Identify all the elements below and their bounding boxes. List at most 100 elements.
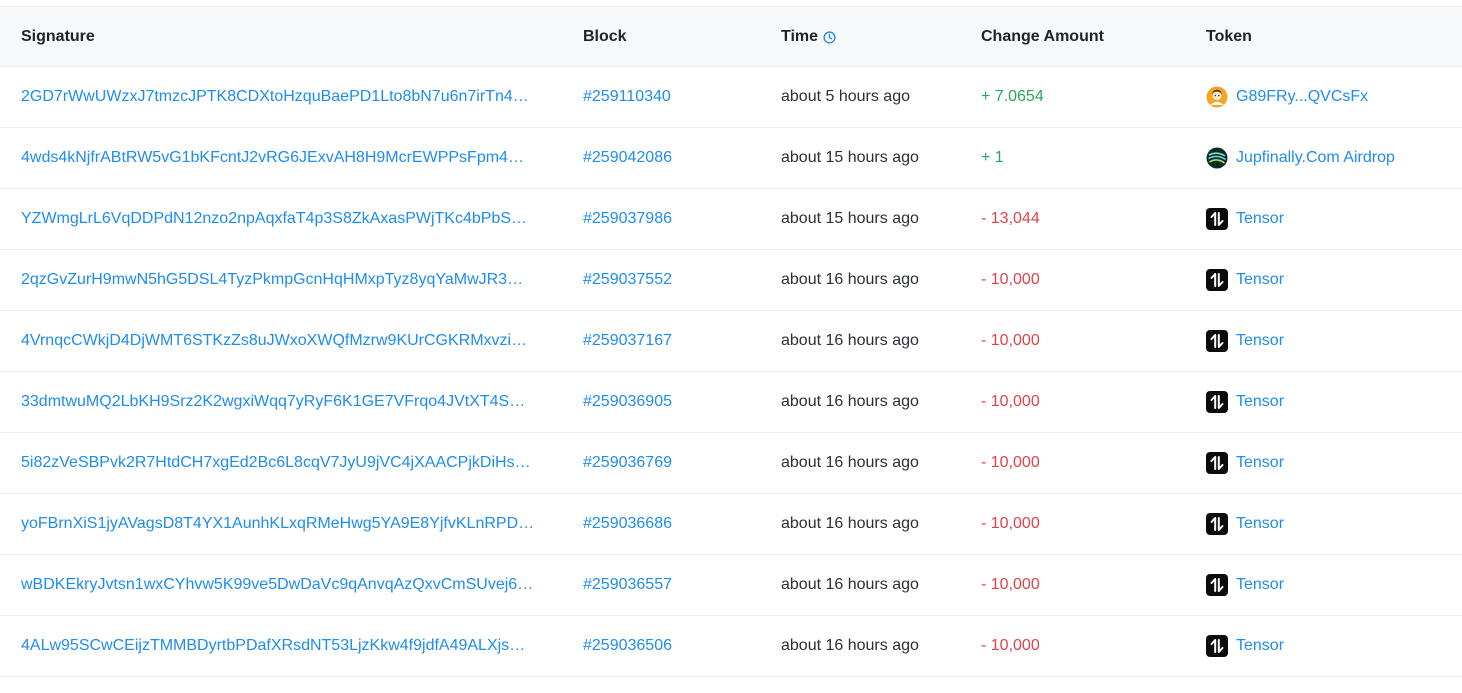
tensor-icon: [1206, 635, 1228, 657]
signature-link[interactable]: YZWmgLrL6VqDDPdN12nzo2npAqxfaT4p3S8ZkAxa…: [21, 210, 562, 228]
block-cell: #259036686: [562, 515, 781, 533]
block-cell: #259036905: [562, 393, 781, 411]
signature-link[interactable]: 4wds4kNjfrABtRW5vG1bKFcntJ2vRG6JExvAH8H9…: [21, 149, 562, 167]
table-row: 2GD7rWwUWzxJ7tmzcJPTK8CDXtoHzquBaePD1Lto…: [0, 67, 1462, 128]
jupiter-icon: [1206, 147, 1228, 169]
time-text: about 16 hours ago: [781, 271, 919, 288]
signature-cell: 4wds4kNjfrABtRW5vG1bKFcntJ2vRG6JExvAH8H9…: [0, 149, 562, 167]
token-link[interactable]: Tensor: [1236, 271, 1284, 289]
tensor-icon: [1206, 574, 1228, 596]
clock-icon[interactable]: [823, 30, 836, 44]
block-link[interactable]: #259036769: [583, 454, 781, 472]
table-row: 4VrnqcCWkjD4DjWMT6STKzZs8uJWxoXWQfMzrw9K…: [0, 311, 1462, 372]
change-amount-cell: - 10,000: [981, 515, 1206, 533]
signature-cell: wBDKEkryJvtsn1wxCYhvw5K99ve5DwDaVc9qAnvq…: [0, 576, 562, 594]
time-text: about 5 hours ago: [781, 88, 910, 105]
table-row: 4ALw95SCwCEijzTMMBDyrtbPDafXRsdNT53LjzKk…: [0, 616, 1462, 677]
block-link[interactable]: #259036506: [583, 637, 781, 655]
token-cell[interactable]: Jupfinally.Com Airdrop: [1206, 147, 1462, 169]
change-amount-cell: - 10,000: [981, 393, 1206, 411]
token-link[interactable]: Jupfinally.Com Airdrop: [1236, 149, 1395, 167]
change-amount-value: - 10,000: [981, 393, 1040, 410]
time-cell: about 16 hours ago: [781, 271, 981, 289]
signature-link[interactable]: 2GD7rWwUWzxJ7tmzcJPTK8CDXtoHzquBaePD1Lto…: [21, 88, 562, 106]
time-text: about 16 hours ago: [781, 393, 919, 410]
table-row: wBDKEkryJvtsn1wxCYhvw5K99ve5DwDaVc9qAnvq…: [0, 555, 1462, 616]
block-link[interactable]: #259037986: [583, 210, 781, 228]
tensor-icon: [1206, 452, 1228, 474]
signature-cell: yoFBrnXiS1jyAVagsD8T4YX1AunhKLxqRMeHwg5Y…: [0, 515, 562, 533]
token-link[interactable]: Tensor: [1236, 210, 1284, 228]
block-link[interactable]: #259042086: [583, 149, 781, 167]
signature-link[interactable]: yoFBrnXiS1jyAVagsD8T4YX1AunhKLxqRMeHwg5Y…: [21, 515, 562, 533]
block-link[interactable]: #259036686: [583, 515, 781, 533]
signature-link[interactable]: 33dmtwuMQ2LbKH9Srz2K2wgxiWqq7yRyF6K1GE7V…: [21, 393, 562, 411]
table-row: 2qzGvZurH9mwN5hG5DSL4TyzPkmpGcnHqHMxpTyz…: [0, 250, 1462, 311]
header-token: Token: [1206, 27, 1252, 45]
block-cell: #259036506: [562, 637, 781, 655]
token-link[interactable]: Tensor: [1236, 332, 1284, 350]
tensor-icon: [1206, 208, 1228, 230]
token-cell[interactable]: Tensor: [1206, 635, 1462, 657]
token-link[interactable]: Tensor: [1236, 637, 1284, 655]
block-link[interactable]: #259110340: [583, 88, 781, 106]
block-cell: #259037167: [562, 332, 781, 350]
block-link[interactable]: #259037167: [583, 332, 781, 350]
change-amount-value: - 10,000: [981, 637, 1040, 654]
header-change-amount: Change Amount: [981, 27, 1104, 45]
token-cell[interactable]: Tensor: [1206, 330, 1462, 352]
block-cell: #259037552: [562, 271, 781, 289]
signature-link[interactable]: 2qzGvZurH9mwN5hG5DSL4TyzPkmpGcnHqHMxpTyz…: [21, 271, 562, 289]
token-cell[interactable]: Tensor: [1206, 452, 1462, 474]
token-link[interactable]: Tensor: [1236, 515, 1284, 533]
token-link[interactable]: Tensor: [1236, 393, 1284, 411]
token-cell[interactable]: G89FRy...QVCsFx: [1206, 86, 1462, 108]
time-text: about 16 hours ago: [781, 576, 919, 593]
signature-link[interactable]: wBDKEkryJvtsn1wxCYhvw5K99ve5DwDaVc9qAnvq…: [21, 576, 562, 594]
table-row: yoFBrnXiS1jyAVagsD8T4YX1AunhKLxqRMeHwg5Y…: [0, 494, 1462, 555]
change-amount-cell: - 13,044: [981, 210, 1206, 228]
header-time-label: Time: [781, 27, 819, 45]
time-cell: about 16 hours ago: [781, 332, 981, 350]
token-link[interactable]: G89FRy...QVCsFx: [1236, 88, 1368, 106]
block-link[interactable]: #259036557: [583, 576, 781, 594]
time-cell: about 16 hours ago: [781, 576, 981, 594]
signature-link[interactable]: 4VrnqcCWkjD4DjWMT6STKzZs8uJWxoXWQfMzrw9K…: [21, 332, 562, 350]
time-text: about 15 hours ago: [781, 149, 919, 166]
header-time[interactable]: Time: [781, 28, 981, 46]
header-signature: Signature: [21, 27, 95, 45]
token-cell[interactable]: Tensor: [1206, 574, 1462, 596]
token-cell[interactable]: Tensor: [1206, 208, 1462, 230]
time-text: about 15 hours ago: [781, 210, 919, 227]
signature-link[interactable]: 5i82zVeSBPvk2R7HtdCH7xgEd2Bc6L8cqV7JyU9j…: [21, 454, 562, 472]
time-text: about 16 hours ago: [781, 515, 919, 532]
tensor-icon: [1206, 330, 1228, 352]
time-text: about 16 hours ago: [781, 637, 919, 654]
signature-cell: 33dmtwuMQ2LbKH9Srz2K2wgxiWqq7yRyF6K1GE7V…: [0, 393, 562, 411]
token-cell[interactable]: Tensor: [1206, 513, 1462, 535]
avatar-icon: [1206, 86, 1228, 108]
block-link[interactable]: #259037552: [583, 271, 781, 289]
block-link[interactable]: #259036905: [583, 393, 781, 411]
change-amount-value: - 10,000: [981, 332, 1040, 349]
token-link[interactable]: Tensor: [1236, 454, 1284, 472]
token-cell[interactable]: Tensor: [1206, 391, 1462, 413]
block-cell: #259036557: [562, 576, 781, 594]
change-amount-value: - 10,000: [981, 454, 1040, 471]
table-row: 33dmtwuMQ2LbKH9Srz2K2wgxiWqq7yRyF6K1GE7V…: [0, 372, 1462, 433]
tensor-icon: [1206, 391, 1228, 413]
token-link[interactable]: Tensor: [1236, 576, 1284, 594]
block-cell: #259037986: [562, 210, 781, 228]
time-cell: about 16 hours ago: [781, 454, 981, 472]
table-header: Signature Block Time Change Amount Token: [0, 6, 1462, 67]
token-cell[interactable]: Tensor: [1206, 269, 1462, 291]
change-amount-cell: - 10,000: [981, 454, 1206, 472]
change-amount-value: - 10,000: [981, 271, 1040, 288]
signature-link[interactable]: 4ALw95SCwCEijzTMMBDyrtbPDafXRsdNT53LjzKk…: [21, 637, 562, 655]
tensor-icon: [1206, 513, 1228, 535]
change-amount-cell: - 10,000: [981, 271, 1206, 289]
table-body: 2GD7rWwUWzxJ7tmzcJPTK8CDXtoHzquBaePD1Lto…: [0, 67, 1462, 677]
change-amount-cell: + 7.0654: [981, 88, 1206, 106]
change-amount-cell: - 10,000: [981, 332, 1206, 350]
signature-cell: 2GD7rWwUWzxJ7tmzcJPTK8CDXtoHzquBaePD1Lto…: [0, 88, 562, 106]
